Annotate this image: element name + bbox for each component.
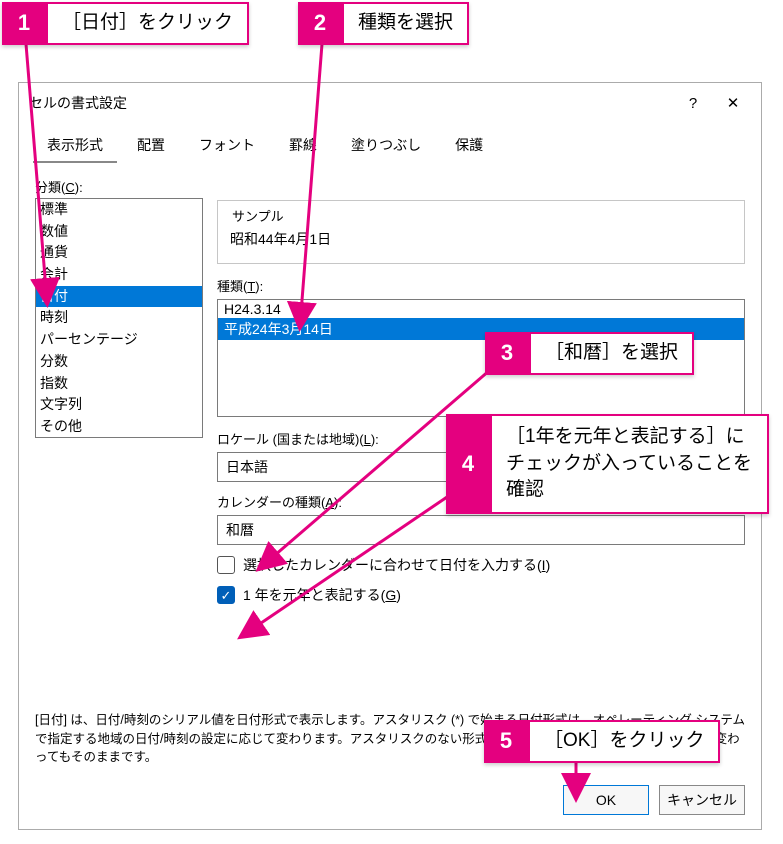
sample-group: サンプル 昭和44年4月1日 bbox=[217, 200, 745, 264]
tab-font[interactable]: フォント bbox=[185, 129, 269, 163]
dialog-title: セルの書式設定 bbox=[29, 93, 673, 113]
sample-value: 昭和44年4月1日 bbox=[228, 225, 734, 253]
tab-border[interactable]: 罫線 bbox=[275, 129, 331, 163]
checkbox-label: 選択したカレンダーに合わせて日付を入力する(I) bbox=[243, 555, 550, 575]
callout-num: 5 bbox=[484, 720, 528, 763]
type-label: 種類(T): bbox=[217, 276, 745, 295]
category-option[interactable]: 標準 bbox=[36, 199, 202, 221]
sample-label: サンプル bbox=[228, 206, 288, 225]
callout-num: 4 bbox=[446, 414, 490, 514]
locale-value: 日本語 bbox=[226, 457, 268, 477]
callout-num: 2 bbox=[298, 2, 342, 45]
callout-num: 3 bbox=[485, 332, 529, 375]
tab-fill[interactable]: 塗りつぶし bbox=[337, 129, 435, 163]
calendar-combo[interactable]: 和暦 bbox=[217, 515, 745, 545]
category-option-date[interactable]: 日付 bbox=[36, 286, 202, 308]
category-listbox[interactable]: 標準 数値 通貨 会計 日付 時刻 パーセンテージ 分数 指数 文字列 その他 … bbox=[35, 198, 203, 438]
tab-alignment[interactable]: 配置 bbox=[123, 129, 179, 163]
category-option[interactable]: 文字列 bbox=[36, 394, 202, 416]
tab-strip: 表示形式 配置 フォント 罫線 塗りつぶし 保護 bbox=[19, 119, 761, 163]
category-option[interactable]: 会計 bbox=[36, 264, 202, 286]
category-option[interactable]: 数値 bbox=[36, 221, 202, 243]
category-option[interactable]: 通貨 bbox=[36, 242, 202, 264]
dialog-buttons: OK キャンセル bbox=[19, 777, 761, 829]
checkbox-label: 1 年を元年と表記する(G) bbox=[243, 585, 401, 605]
category-option[interactable]: 時刻 bbox=[36, 307, 202, 329]
callout-2: 2 種類を選択 bbox=[298, 2, 469, 45]
callout-text: 種類を選択 bbox=[342, 2, 469, 45]
category-option[interactable]: 分数 bbox=[36, 351, 202, 373]
category-option[interactable]: その他 bbox=[36, 416, 202, 438]
tab-protection[interactable]: 保護 bbox=[441, 129, 497, 163]
callout-1: 1 ［日付］をクリック bbox=[2, 2, 249, 45]
gannen-checkbox[interactable]: ✓ 1 年を元年と表記する(G) bbox=[217, 585, 745, 605]
callout-4: 4 ［1年を元年と表記する］にチェックが入っていることを確認 bbox=[446, 414, 769, 514]
callout-num: 1 bbox=[2, 2, 46, 45]
callout-5: 5 ［OK］をクリック bbox=[484, 720, 720, 763]
cancel-button[interactable]: キャンセル bbox=[659, 785, 745, 815]
titlebar: セルの書式設定 ? ✕ bbox=[19, 83, 761, 119]
category-label: 分類(C): bbox=[35, 177, 745, 196]
callout-3: 3 ［和暦］を選択 bbox=[485, 332, 694, 375]
tab-number-format[interactable]: 表示形式 bbox=[33, 129, 117, 163]
category-option[interactable]: 指数 bbox=[36, 373, 202, 395]
help-button[interactable]: ? bbox=[673, 89, 713, 117]
callout-text: ［OK］をクリック bbox=[528, 720, 720, 763]
callout-text: ［和暦］を選択 bbox=[529, 332, 694, 375]
callout-text: ［1年を元年と表記する］にチェックが入っていることを確認 bbox=[490, 414, 769, 514]
input-dates-checkbox[interactable]: 選択したカレンダーに合わせて日付を入力する(I) bbox=[217, 555, 745, 575]
checkbox-icon bbox=[217, 556, 235, 574]
category-option[interactable]: パーセンテージ bbox=[36, 329, 202, 351]
calendar-value: 和暦 bbox=[226, 520, 254, 540]
type-option[interactable]: H24.3.14 bbox=[218, 300, 744, 318]
close-button[interactable]: ✕ bbox=[713, 89, 753, 117]
callout-text: ［日付］をクリック bbox=[46, 2, 249, 45]
ok-button[interactable]: OK bbox=[563, 785, 649, 815]
checkbox-checked-icon: ✓ bbox=[217, 586, 235, 604]
